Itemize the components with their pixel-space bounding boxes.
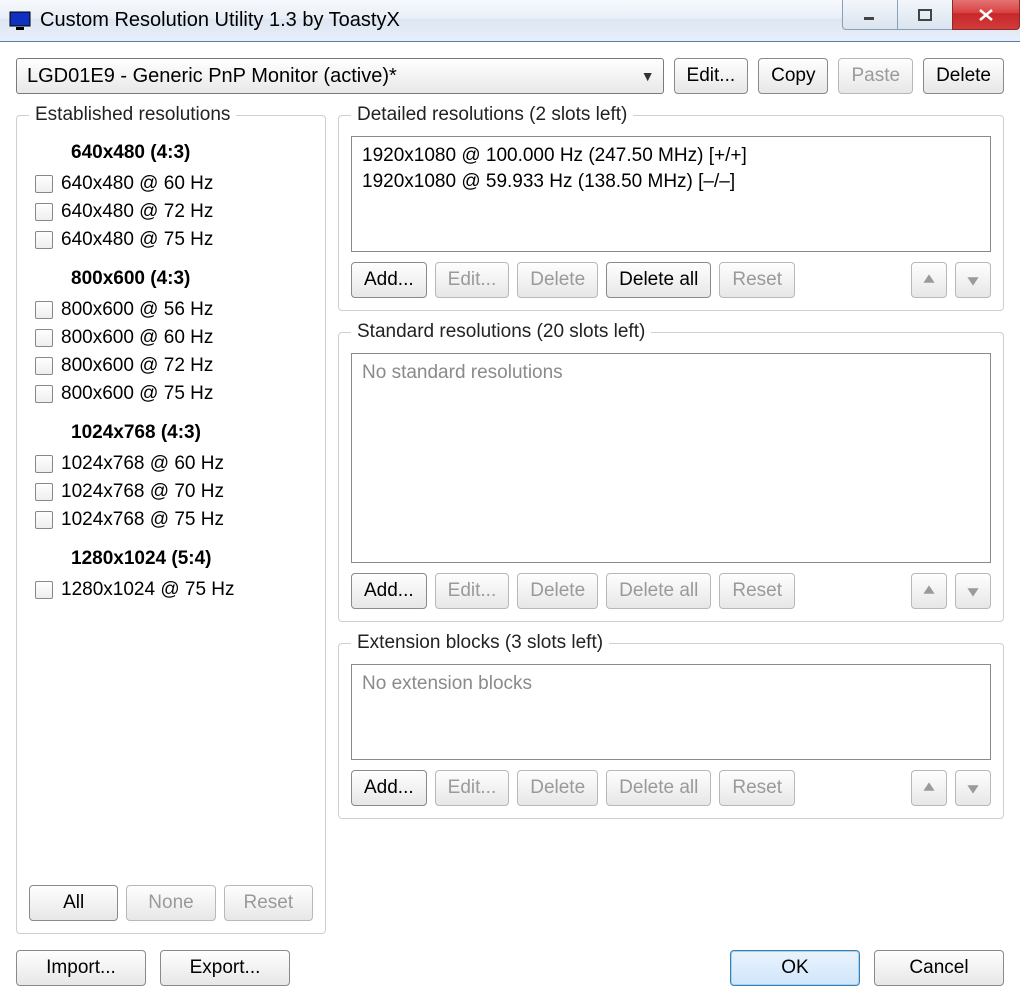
checkbox-icon[interactable] [35, 301, 53, 319]
standard-legend: Standard resolutions (20 slots left) [351, 321, 651, 343]
resolution-checkbox-row[interactable]: 800x600 @ 72 Hz [29, 352, 313, 380]
extension-listbox[interactable]: No extension blocks [351, 664, 991, 760]
export-button[interactable]: Export... [160, 950, 290, 986]
extension-blocks-group: Extension blocks (3 slots left) No exten… [338, 632, 1004, 819]
detailed-move-down-button [955, 262, 991, 298]
extension-placeholder: No extension blocks [362, 673, 532, 694]
detailed-legend: Detailed resolutions (2 slots left) [351, 104, 633, 126]
resolution-checkbox-row[interactable]: 800x600 @ 75 Hz [29, 380, 313, 408]
app-monitor-icon [8, 9, 32, 33]
checkbox-icon[interactable] [35, 329, 53, 347]
extension-add-button[interactable]: Add... [351, 770, 427, 806]
resolution-checkbox-row[interactable]: 1280x1024 @ 75 Hz [29, 576, 313, 604]
extension-legend: Extension blocks (3 slots left) [351, 632, 609, 654]
list-item[interactable]: 1920x1080 @ 100.000 Hz (247.50 MHz) [+/+… [362, 143, 980, 169]
standard-delete-all-button: Delete all [606, 573, 711, 609]
ok-button[interactable]: OK [730, 950, 860, 986]
close-button[interactable] [952, 0, 1020, 30]
extension-move-up-button [911, 770, 947, 806]
cancel-button[interactable]: Cancel [874, 950, 1004, 986]
checkbox-icon[interactable] [35, 175, 53, 193]
titlebar: Custom Resolution Utility 1.3 by ToastyX [0, 0, 1020, 42]
top-row: LGD01E9 - Generic PnP Monitor (active)* … [16, 58, 1004, 94]
monitor-select[interactable]: LGD01E9 - Generic PnP Monitor (active)* … [16, 58, 664, 94]
res-group-head: 800x600 (4:3) [29, 268, 313, 290]
list-item[interactable]: 1920x1080 @ 59.933 Hz (138.50 MHz) [–/–] [362, 169, 980, 195]
checkbox-icon[interactable] [35, 203, 53, 221]
extension-reset-button: Reset [719, 770, 795, 806]
detailed-add-button[interactable]: Add... [351, 262, 427, 298]
detailed-delete-button: Delete [517, 262, 598, 298]
detailed-delete-all-button[interactable]: Delete all [606, 262, 711, 298]
standard-edit-button: Edit... [435, 573, 510, 609]
minimize-button[interactable] [842, 0, 898, 30]
standard-listbox[interactable]: No standard resolutions [351, 353, 991, 563]
standard-delete-button: Delete [517, 573, 598, 609]
standard-move-down-button [955, 573, 991, 609]
checkbox-icon[interactable] [35, 231, 53, 249]
detailed-reset-button: Reset [719, 262, 795, 298]
standard-placeholder: No standard resolutions [362, 362, 563, 383]
resolution-checkbox-row[interactable]: 800x600 @ 60 Hz [29, 324, 313, 352]
import-button[interactable]: Import... [16, 950, 146, 986]
checkbox-icon[interactable] [35, 511, 53, 529]
delete-monitor-button[interactable]: Delete [923, 58, 1004, 94]
detailed-move-up-button [911, 262, 947, 298]
established-reset-button: Reset [224, 885, 313, 921]
chevron-down-icon: ▼ [641, 68, 655, 84]
detailed-resolutions-group: Detailed resolutions (2 slots left) 1920… [338, 104, 1004, 311]
standard-resolutions-group: Standard resolutions (20 slots left) No … [338, 321, 1004, 622]
standard-move-up-button [911, 573, 947, 609]
resolution-checkbox-row[interactable]: 640x480 @ 60 Hz [29, 170, 313, 198]
established-resolutions-group: Established resolutions 640x480 (4:3) 64… [16, 104, 326, 934]
resolution-checkbox-row[interactable]: 640x480 @ 72 Hz [29, 198, 313, 226]
copy-button[interactable]: Copy [758, 58, 828, 94]
extension-edit-button: Edit... [435, 770, 510, 806]
res-group-head: 640x480 (4:3) [29, 142, 313, 164]
detailed-listbox[interactable]: 1920x1080 @ 100.000 Hz (247.50 MHz) [+/+… [351, 136, 991, 252]
client-area: LGD01E9 - Generic PnP Monitor (active)* … [0, 42, 1020, 998]
checkbox-icon[interactable] [35, 483, 53, 501]
res-group-head: 1024x768 (4:3) [29, 422, 313, 444]
checkbox-icon[interactable] [35, 581, 53, 599]
established-none-button: None [126, 885, 215, 921]
standard-reset-button: Reset [719, 573, 795, 609]
extension-move-down-button [955, 770, 991, 806]
standard-add-button[interactable]: Add... [351, 573, 427, 609]
window-controls [843, 0, 1020, 41]
checkbox-icon[interactable] [35, 455, 53, 473]
checkbox-icon[interactable] [35, 385, 53, 403]
established-legend: Established resolutions [29, 104, 236, 126]
monitor-select-text: LGD01E9 - Generic PnP Monitor (active)* [27, 65, 641, 88]
window-title: Custom Resolution Utility 1.3 by ToastyX [40, 9, 843, 32]
extension-delete-button: Delete [517, 770, 598, 806]
maximize-button[interactable] [897, 0, 953, 30]
res-group-head: 1280x1024 (5:4) [29, 548, 313, 570]
edit-monitor-button[interactable]: Edit... [674, 58, 749, 94]
resolution-checkbox-row[interactable]: 1024x768 @ 75 Hz [29, 506, 313, 534]
resolution-checkbox-row[interactable]: 1024x768 @ 70 Hz [29, 478, 313, 506]
footer-row: Import... Export... OK Cancel [16, 950, 1004, 986]
resolution-checkbox-row[interactable]: 800x600 @ 56 Hz [29, 296, 313, 324]
checkbox-icon[interactable] [35, 357, 53, 375]
resolution-checkbox-row[interactable]: 1024x768 @ 60 Hz [29, 450, 313, 478]
resolution-checkbox-row[interactable]: 640x480 @ 75 Hz [29, 226, 313, 254]
detailed-edit-button: Edit... [435, 262, 510, 298]
established-all-button[interactable]: All [29, 885, 118, 921]
extension-delete-all-button: Delete all [606, 770, 711, 806]
paste-button: Paste [838, 58, 913, 94]
